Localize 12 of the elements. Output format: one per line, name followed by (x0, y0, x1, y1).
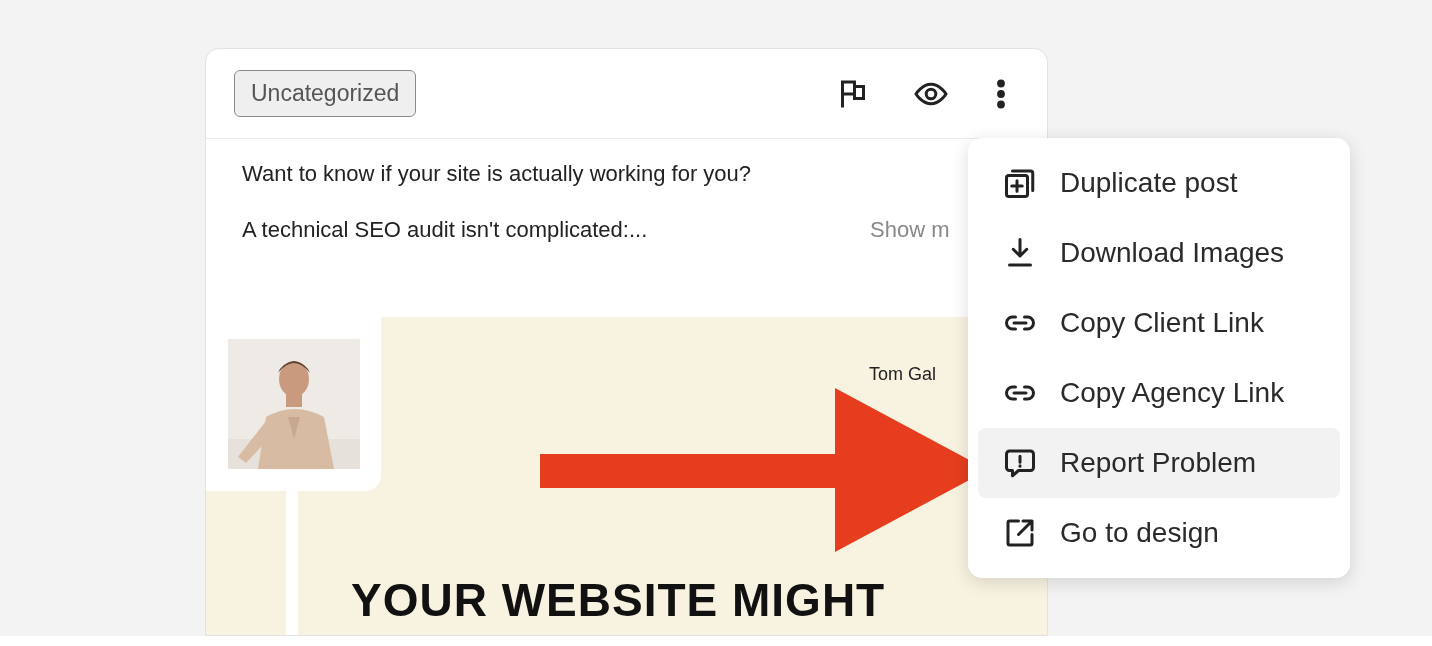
design-headline: YOUR WEBSITE MIGHT (351, 573, 887, 627)
menu-item[interactable]: Download Images (978, 218, 1340, 288)
menu-item[interactable]: Go to design (978, 498, 1340, 568)
menu-item[interactable]: Duplicate post (978, 148, 1340, 218)
category-tag[interactable]: Uncategorized (234, 70, 417, 117)
show-more-link[interactable]: Show m (870, 213, 950, 247)
author-name: Tom Gal (869, 364, 938, 385)
menu-item[interactable]: Report Problem (978, 428, 1340, 498)
menu-item[interactable]: Copy Client Link (978, 288, 1340, 358)
caption-text: Want to know if your site is actually working for you? (242, 160, 753, 188)
caption-text: A technical SEO audit isn't complicated:... (242, 216, 649, 244)
menu-item[interactable]: Copy Agency Link (978, 358, 1340, 428)
